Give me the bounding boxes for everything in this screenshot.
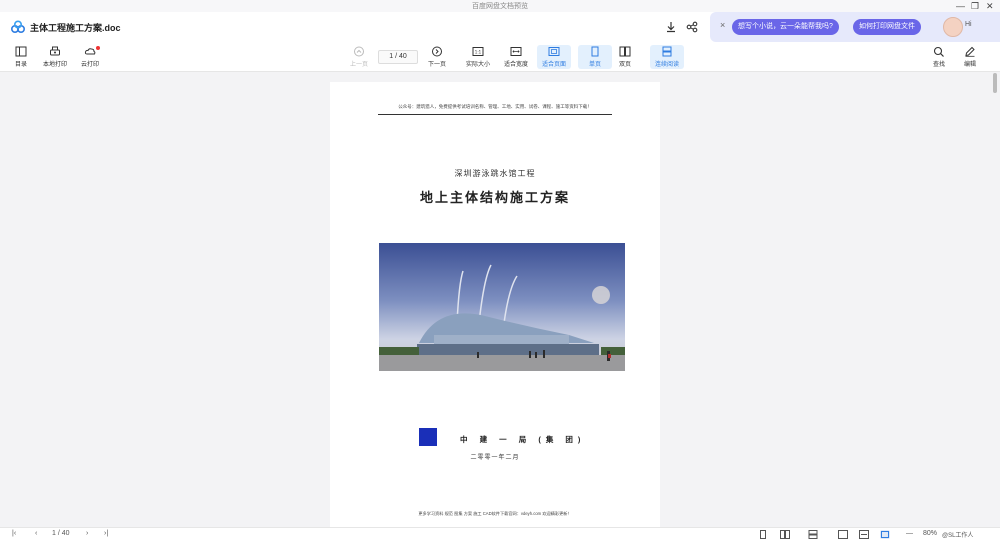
search-label: 查找 <box>932 62 945 68</box>
share-icon[interactable] <box>685 20 699 34</box>
next-page-label: 下一页 <box>427 62 446 68</box>
baidu-cloud-logo-icon <box>10 20 26 34</box>
company-logo <box>419 428 437 446</box>
restore-button[interactable]: ❐ <box>971 1 979 12</box>
continuous-reading-label: 连续阅读 <box>654 62 679 68</box>
edit-label: 编辑 <box>963 62 976 68</box>
close-window-button[interactable]: ✕ <box>986 1 994 12</box>
document-page: 公众号：建筑猎人，免费提供考试培训名称、管理、工地、实用、试卷、课程、施工等资料… <box>330 82 660 527</box>
fit-page-small-icon[interactable] <box>880 530 890 539</box>
ai-assistant-bar: × 想写个小说，云一朵能帮我吗? 如何打印网盘文件 Hi <box>710 12 1000 42</box>
fit-page-icon <box>548 47 560 56</box>
fit-width-small-icon[interactable] <box>859 530 869 539</box>
double-page-button[interactable]: 双页 <box>608 45 642 69</box>
ai-bar-close-icon[interactable]: × <box>720 20 725 30</box>
fit-page-button[interactable]: 适合页面 <box>537 45 571 69</box>
page-footer-text: 更多学习资料 规范 图集 方案 施工 CAD软件下载官网：vdeyh.com 欢… <box>418 511 572 516</box>
single-page-icon <box>591 46 599 57</box>
single-view-icon[interactable] <box>758 530 768 539</box>
last-page-button[interactable]: ›| <box>104 530 108 537</box>
toc-icon <box>15 46 27 57</box>
actual-size-label: 实际大小 <box>465 62 490 68</box>
toc-button[interactable]: 目录 <box>4 45 38 69</box>
double-page-icon <box>619 46 631 57</box>
chevron-right-icon <box>432 46 442 57</box>
search-icon <box>933 46 944 57</box>
continuous-view-icon[interactable] <box>808 530 818 539</box>
ai-suggestion-2[interactable]: 如何打印网盘文件 <box>853 19 921 35</box>
first-page-button[interactable]: |‹ <box>12 530 16 537</box>
page-header-text: 公众号：建筑猎人，免费提供考试培训名称、管理、工地、实用、试卷、课程、施工等资料… <box>398 104 592 109</box>
cloud-print-label: 云打印 <box>80 62 99 68</box>
cloud-print-button[interactable]: 云打印 <box>73 45 107 69</box>
window-titlebar: 百度网盘文档预览 <box>0 0 1000 12</box>
status-bar: |‹ ‹ 1 / 40 › ›| — 80% @SL工作人 <box>0 527 1000 541</box>
fit-width-button[interactable]: 适合宽度 <box>499 45 533 69</box>
window-title: 百度网盘文档预览 <box>472 3 528 10</box>
fit-width-label: 适合宽度 <box>503 62 528 68</box>
project-subtitle: 深圳游泳跳水馆工程 <box>454 169 536 178</box>
status-page-indicator[interactable]: 1 / 40 <box>52 530 70 537</box>
header-divider <box>378 114 612 115</box>
search-button[interactable]: 查找 <box>922 45 956 69</box>
notification-dot <box>96 46 100 50</box>
continuous-reading-button[interactable]: 连续阅读 <box>650 45 684 69</box>
ai-greeting[interactable]: Hi <box>965 21 972 28</box>
prev-page-small-button[interactable]: ‹ <box>35 530 37 537</box>
chevron-up-icon <box>354 46 364 57</box>
prev-page-label: 上一页 <box>349 62 368 68</box>
document-title: 地上主体结构施工方案 <box>419 191 570 206</box>
local-print-button[interactable]: 本地打印 <box>38 45 72 69</box>
double-page-label: 双页 <box>618 62 631 68</box>
single-page-label: 单页 <box>588 62 601 68</box>
zoom-level[interactable]: 80% <box>923 530 937 537</box>
document-name: 主体工程施工方案.doc <box>30 23 121 33</box>
zoom-out-button[interactable]: — <box>906 530 913 537</box>
page-number-input[interactable]: 1 / 40 <box>378 50 418 64</box>
svg-text:1:1: 1:1 <box>475 50 482 55</box>
double-view-icon[interactable] <box>780 530 790 539</box>
ai-suggestion-1[interactable]: 想写个小说，云一朵能帮我吗? <box>732 19 839 35</box>
next-page-small-button[interactable]: › <box>86 530 88 537</box>
toc-label: 目录 <box>14 62 27 68</box>
viewer-toolbar: 目录 本地打印 云打印 上一页 1 / 40 下一页 1:1 实际大小 适合宽度… <box>0 42 1000 72</box>
company-name: 中 建 一 局 (集 团) <box>460 435 586 444</box>
single-page-button[interactable]: 单页 <box>578 45 612 69</box>
actual-size-icon: 1:1 <box>472 47 484 56</box>
prev-page-button[interactable]: 上一页 <box>342 45 376 69</box>
actual-size-small-icon[interactable] <box>838 530 848 539</box>
status-extra-text: @SL工作人 <box>942 533 974 539</box>
scrollbar-thumb[interactable] <box>993 73 997 93</box>
building-photo <box>379 243 625 371</box>
pencil-icon <box>965 46 975 57</box>
printer-icon <box>50 46 60 56</box>
minimize-button[interactable]: — <box>956 1 965 11</box>
next-page-button[interactable]: 下一页 <box>420 45 454 69</box>
vertical-scrollbar[interactable] <box>990 73 1000 527</box>
actual-size-button[interactable]: 1:1 实际大小 <box>461 45 495 69</box>
continuous-reading-icon <box>662 46 672 57</box>
edit-button[interactable]: 编辑 <box>953 45 987 69</box>
document-date: 二零零一年二月 <box>470 455 520 461</box>
ai-avatar[interactable] <box>943 17 963 37</box>
fit-page-label: 适合页面 <box>541 62 566 68</box>
cloud-print-icon <box>84 48 96 55</box>
download-icon[interactable] <box>664 20 678 34</box>
local-print-label: 本地打印 <box>42 62 67 68</box>
fit-width-icon <box>510 47 522 56</box>
